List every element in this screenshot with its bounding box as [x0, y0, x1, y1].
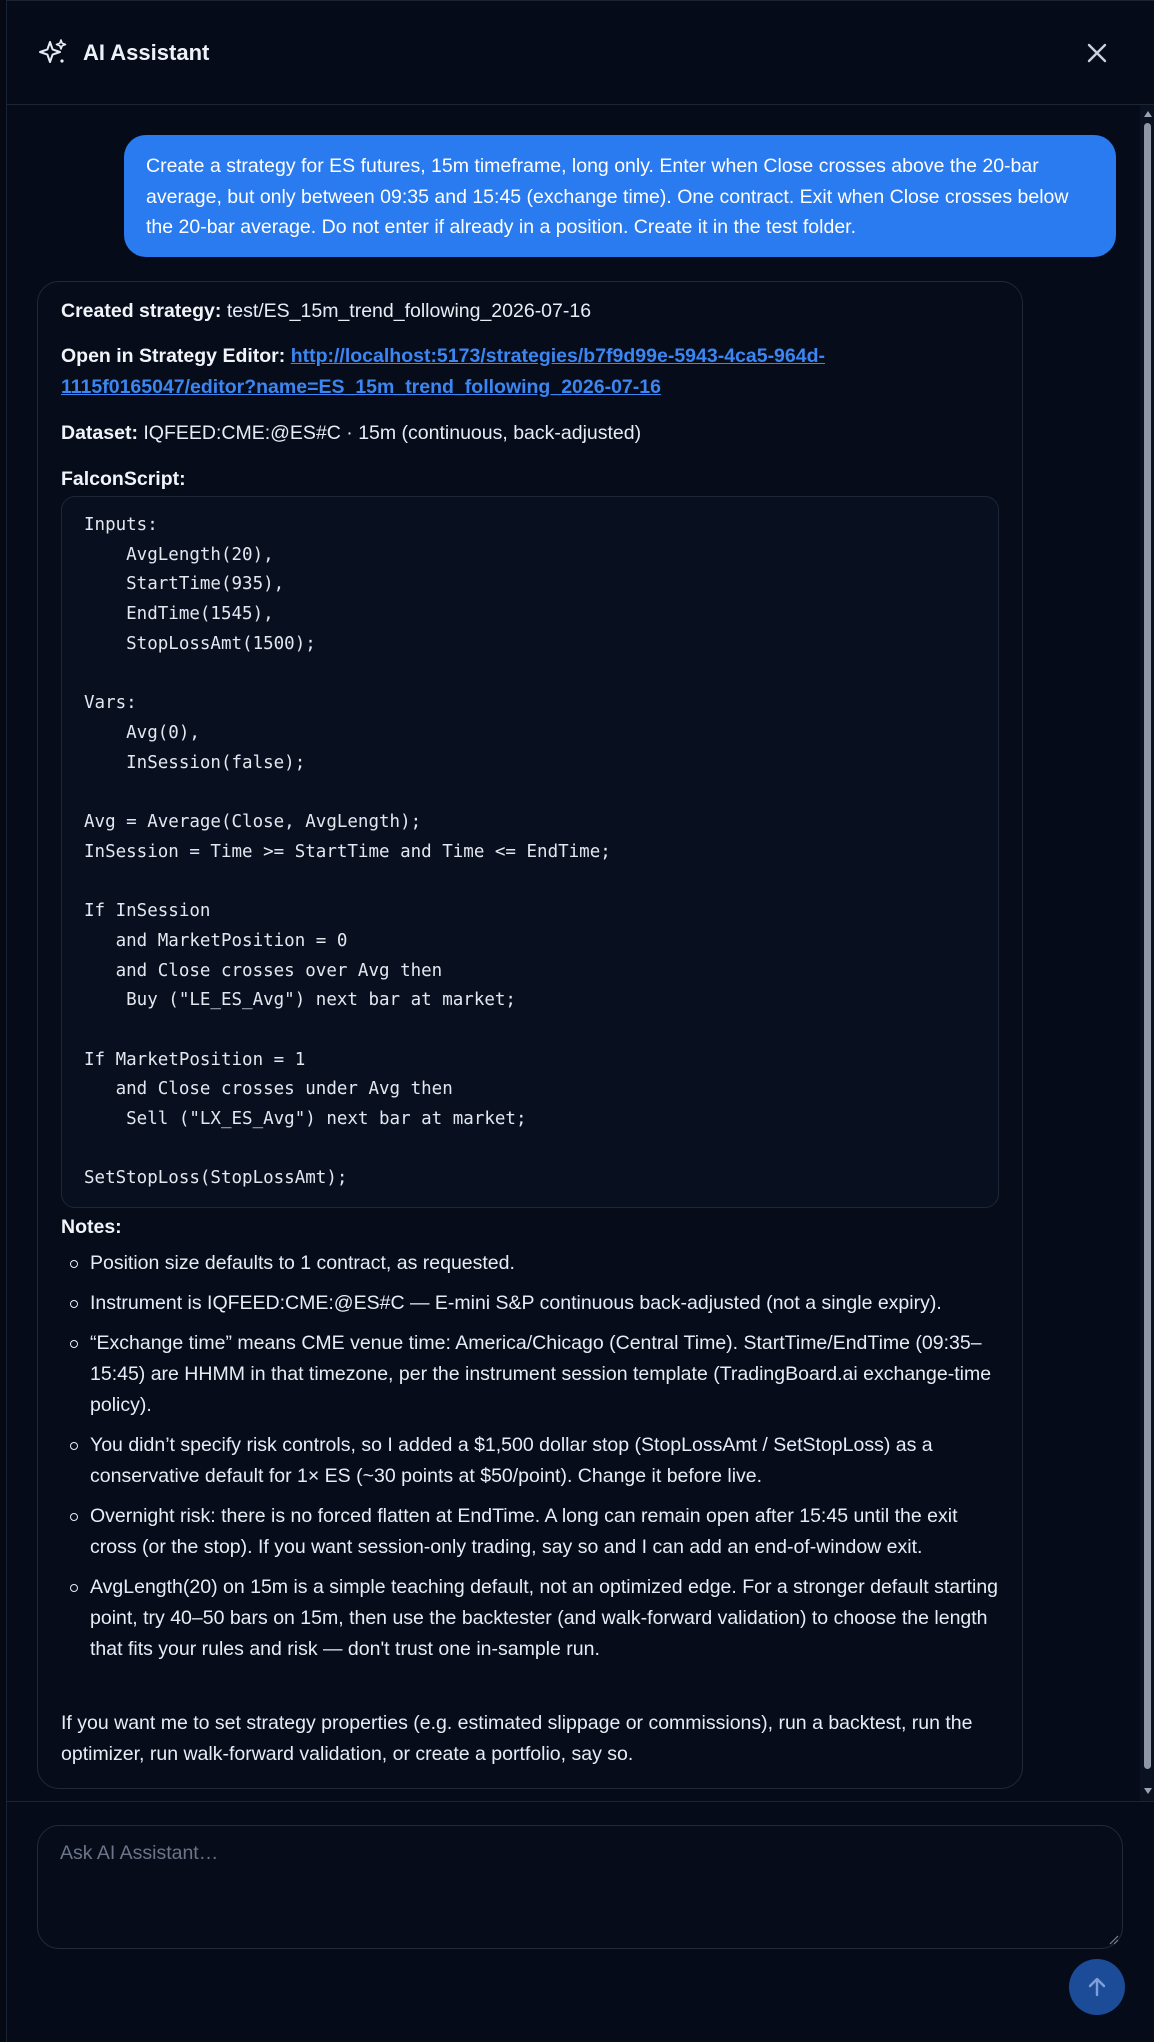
open-editor-label: Open in Strategy Editor:: [61, 345, 286, 367]
list-item: AvgLength(20) on 15m is a simple teachin…: [61, 1572, 1001, 1665]
strategy-editor-link[interactable]: http://localhost:5173/strategies/b7f9d99…: [291, 345, 825, 367]
code-block: Inputs: AvgLength(20), StartTime(935), E…: [61, 496, 999, 1208]
assistant-message: Created strategy: test/ES_15m_trend_foll…: [37, 281, 1023, 1789]
chat-scroll-area[interactable]: Create a strategy for ES futures, 15m ti…: [7, 105, 1154, 1801]
sparkle-icon: [39, 39, 67, 63]
user-message: Create a strategy for ES futures, 15m ti…: [124, 135, 1116, 257]
panel-header: AI Assistant: [7, 1, 1154, 105]
notes-label: Notes:: [61, 1216, 122, 1238]
list-item: Instrument is IQFEED:CME:@ES#C — E-mini …: [61, 1288, 1001, 1319]
scrollbar-thumb[interactable]: [1144, 123, 1151, 1769]
created-strategy-line: Created strategy: test/ES_15m_trend_foll…: [61, 296, 591, 327]
strategy-editor-link-continued[interactable]: 1115f0165047/editor?name=ES_15m_trend_fo…: [61, 376, 661, 398]
ask-input[interactable]: [37, 1825, 1123, 1949]
panel-title: AI Assistant: [83, 40, 210, 65]
created-strategy-label: Created strategy:: [61, 300, 222, 322]
closing-text: If you want me to set strategy propertie…: [61, 1712, 973, 1765]
created-strategy-value: test/ES_15m_trend_following_2026-07-16: [226, 300, 592, 322]
notes-heading: Notes:: [61, 1212, 122, 1243]
notes-list: Position size defaults to 1 contract, as…: [61, 1248, 1001, 1674]
script-heading: FalconScript:: [61, 464, 186, 495]
dataset-line: Dataset: IQFEED:CME:@ES#C · 15m (continu…: [61, 418, 641, 449]
ai-assistant-panel: AI Assistant Create a strategy for ES fu…: [6, 0, 1154, 2042]
list-item: You didn’t specify risk controls, so I a…: [61, 1430, 1001, 1492]
divider: [7, 1801, 1154, 1802]
list-item: Position size defaults to 1 contract, as…: [61, 1248, 1001, 1279]
dataset-value: IQFEED:CME:@ES#C · 15m (continuous, back…: [143, 422, 642, 444]
open-editor-line: Open in Strategy Editor: http://localhos…: [61, 341, 825, 372]
script-label: FalconScript:: [61, 468, 186, 490]
send-button[interactable]: [1069, 1959, 1125, 2015]
list-item: Overnight risk: there is no forced flatt…: [61, 1501, 1001, 1563]
scroll-up-icon[interactable]: [1144, 111, 1152, 117]
open-editor-line-2: 1115f0165047/editor?name=ES_15m_trend_fo…: [61, 372, 661, 403]
scroll-down-icon[interactable]: [1144, 1788, 1152, 1794]
close-icon[interactable]: [1083, 39, 1111, 67]
list-item: “Exchange time” means CME venue time: Am…: [61, 1328, 1001, 1421]
dataset-label: Dataset:: [61, 422, 138, 444]
resize-handle-icon[interactable]: [1109, 1935, 1119, 1945]
arrow-up-icon: [1088, 1977, 1106, 1997]
